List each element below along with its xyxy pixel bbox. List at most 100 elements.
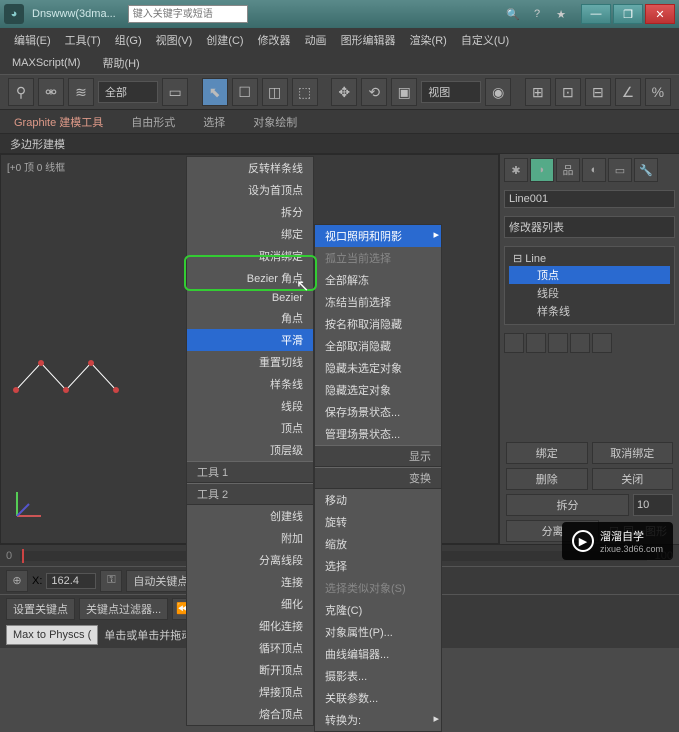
minimize-button[interactable]: — bbox=[581, 4, 611, 24]
modify-tab-icon[interactable]: ◗ bbox=[530, 158, 554, 182]
motion-tab-icon[interactable]: ◐ bbox=[582, 158, 606, 182]
menu-create[interactable]: 创建(C) bbox=[200, 30, 249, 50]
selection-filter-dropdown[interactable]: 全部 bbox=[98, 81, 158, 103]
pin-stack-icon[interactable] bbox=[504, 333, 524, 353]
setkey-button[interactable]: 设置关键点 bbox=[6, 598, 75, 620]
ctx-make-first[interactable]: 设为首顶点 bbox=[187, 179, 313, 201]
ctx2-clone[interactable]: 克隆(C) bbox=[315, 599, 441, 621]
menu-grapheditor[interactable]: 图形编辑器 bbox=[335, 30, 402, 50]
ctx2-select[interactable]: 选择 bbox=[315, 555, 441, 577]
select-object-icon[interactable]: ⬉ bbox=[202, 78, 228, 106]
ctx-unbind[interactable]: 取消绑定 bbox=[187, 245, 313, 267]
create-tab-icon[interactable]: ✱ bbox=[504, 158, 528, 182]
star-icon[interactable]: ★ bbox=[551, 4, 571, 24]
ctx2-save-state[interactable]: 保存场景状态... bbox=[315, 401, 441, 423]
ctx-sub-vertex[interactable]: 顶点✓ bbox=[187, 417, 313, 439]
bind-button[interactable]: 绑定 bbox=[506, 442, 588, 464]
menu-render[interactable]: 渲染(R) bbox=[404, 30, 453, 50]
unique-icon[interactable] bbox=[548, 333, 568, 353]
ctx2-manage-state[interactable]: 管理场景状态... bbox=[315, 423, 441, 445]
ctx-bezier-corner[interactable]: Bezier 角点 bbox=[187, 267, 313, 289]
split-button[interactable]: 拆分 bbox=[506, 494, 629, 516]
ctx2-curve-editor[interactable]: 曲线编辑器... bbox=[315, 643, 441, 665]
scale-icon[interactable]: ▣ bbox=[391, 78, 417, 106]
select-name-icon[interactable]: ☐ bbox=[232, 78, 258, 106]
ribbon-sub[interactable]: 多边形建模 bbox=[0, 134, 679, 154]
tab-freeform[interactable]: 自由形式 bbox=[117, 110, 189, 134]
ctx2-scale[interactable]: 缩放 bbox=[315, 533, 441, 555]
select-icon[interactable]: ▭ bbox=[162, 78, 188, 106]
ctx-reverse-spline[interactable]: 反转样条线 bbox=[187, 157, 313, 179]
menu-maxscript[interactable]: MAXScript(M) bbox=[8, 55, 84, 71]
menu-tools[interactable]: 工具(T) bbox=[59, 30, 107, 50]
ctx2-select-similar[interactable]: 选择类似对象(S) bbox=[315, 577, 441, 599]
ctx-weld-vertex[interactable]: 焊接顶点 bbox=[187, 681, 313, 703]
ctx2-dope-sheet[interactable]: 摄影表... bbox=[315, 665, 441, 687]
key-icon[interactable]: ⚿ bbox=[100, 570, 122, 592]
ctx-divide[interactable]: 拆分 bbox=[187, 201, 313, 223]
ctx2-freeze-sel[interactable]: 冻结当前选择 bbox=[315, 291, 441, 313]
maximize-button[interactable]: ❐ bbox=[613, 4, 643, 24]
lock-icon[interactable]: ⊕ bbox=[6, 570, 28, 592]
stack-root[interactable]: ⊟ Line bbox=[509, 251, 670, 266]
help-icon[interactable]: ? bbox=[527, 4, 547, 24]
ctx2-isolate[interactable]: 孤立当前选择 bbox=[315, 247, 441, 269]
close-spline-button[interactable]: 关闭 bbox=[592, 468, 674, 490]
ctx-cycle-vertex[interactable]: 循环顶点 bbox=[187, 637, 313, 659]
refcoord-dropdown[interactable]: 视图 bbox=[421, 81, 481, 103]
remove-mod-icon[interactable] bbox=[570, 333, 590, 353]
ctx2-viewport-light[interactable]: 视口照明和阴影▸ bbox=[315, 225, 441, 247]
ctx-create-line[interactable]: 创建线 bbox=[187, 505, 313, 527]
ctx2-move[interactable]: 移动 bbox=[315, 489, 441, 511]
ctx2-hide-sel[interactable]: 隐藏选定对象 bbox=[315, 379, 441, 401]
percent-snap-icon[interactable]: % bbox=[645, 78, 671, 106]
link-icon[interactable]: ⚲ bbox=[8, 78, 34, 106]
hierarchy-tab-icon[interactable]: 品 bbox=[556, 158, 580, 182]
pivot-icon[interactable]: ◉ bbox=[485, 78, 511, 106]
manip-icon[interactable]: ⊞ bbox=[525, 78, 551, 106]
menu-edit[interactable]: 编辑(E) bbox=[8, 30, 57, 50]
ctx-sub-segment[interactable]: 线段 bbox=[187, 395, 313, 417]
binoculars-icon[interactable]: 🔍 bbox=[503, 4, 523, 24]
modifier-list-dropdown[interactable]: 修改器列表 bbox=[504, 216, 675, 238]
ctx2-obj-props[interactable]: 对象属性(P)... bbox=[315, 621, 441, 643]
stack-vertex[interactable]: 顶点 bbox=[509, 266, 670, 284]
menu-help[interactable]: 帮助(H) bbox=[98, 53, 143, 73]
x-coord-field[interactable]: 162.4 bbox=[46, 573, 96, 589]
ctx-break-vertex[interactable]: 断开顶点 bbox=[187, 659, 313, 681]
angle-snap-icon[interactable]: ∠ bbox=[615, 78, 641, 106]
menu-custom[interactable]: 自定义(U) bbox=[455, 30, 515, 50]
bind-icon[interactable]: ≋ bbox=[68, 78, 94, 106]
ctx-smooth[interactable]: 平滑 bbox=[187, 329, 313, 351]
unbind-button[interactable]: 取消绑定 bbox=[592, 442, 674, 464]
stack-spline[interactable]: 样条线 bbox=[509, 302, 670, 320]
utility-tab-icon[interactable]: 🔧 bbox=[634, 158, 658, 182]
show-end-icon[interactable] bbox=[526, 333, 546, 353]
rect-select-icon[interactable]: ◫ bbox=[262, 78, 288, 106]
ctx-attach[interactable]: 附加 bbox=[187, 527, 313, 549]
ctx-top-level[interactable]: 顶层级 bbox=[187, 439, 313, 461]
physics-button[interactable]: Max to Physcs ( bbox=[6, 625, 98, 645]
ctx-bind[interactable]: 绑定 bbox=[187, 223, 313, 245]
window-crossing-icon[interactable]: ⬚ bbox=[292, 78, 318, 106]
snap-icon[interactable]: ⊟ bbox=[585, 78, 611, 106]
tab-paint[interactable]: 对象绘制 bbox=[239, 110, 311, 134]
ctx-corner[interactable]: 角点✓ bbox=[187, 307, 313, 329]
search-input[interactable] bbox=[128, 5, 248, 23]
tab-graphite[interactable]: Graphite 建模工具 bbox=[0, 110, 117, 134]
ctx-reset-tangent[interactable]: 重置切线 bbox=[187, 351, 313, 373]
ctx2-convert-to[interactable]: 转换为:▸ bbox=[315, 709, 441, 731]
ctx2-wire-params[interactable]: 关联参数... bbox=[315, 687, 441, 709]
tab-select[interactable]: 选择 bbox=[189, 110, 239, 134]
stack-segment[interactable]: 线段 bbox=[509, 284, 670, 302]
menu-view[interactable]: 视图(V) bbox=[150, 30, 199, 50]
menu-anim[interactable]: 动画 bbox=[299, 30, 333, 50]
ctx2-unhide-all[interactable]: 全部取消隐藏 bbox=[315, 335, 441, 357]
ctx-refine[interactable]: 细化 bbox=[187, 593, 313, 615]
display-tab-icon[interactable]: ▭ bbox=[608, 158, 632, 182]
menu-group[interactable]: 组(G) bbox=[109, 30, 148, 50]
ctx2-hide-unsel[interactable]: 隐藏未选定对象 bbox=[315, 357, 441, 379]
ctx-connect[interactable]: 连接 bbox=[187, 571, 313, 593]
keymode-icon[interactable]: ⊡ bbox=[555, 78, 581, 106]
ctx-fuse-vertex[interactable]: 熔合顶点 bbox=[187, 703, 313, 725]
